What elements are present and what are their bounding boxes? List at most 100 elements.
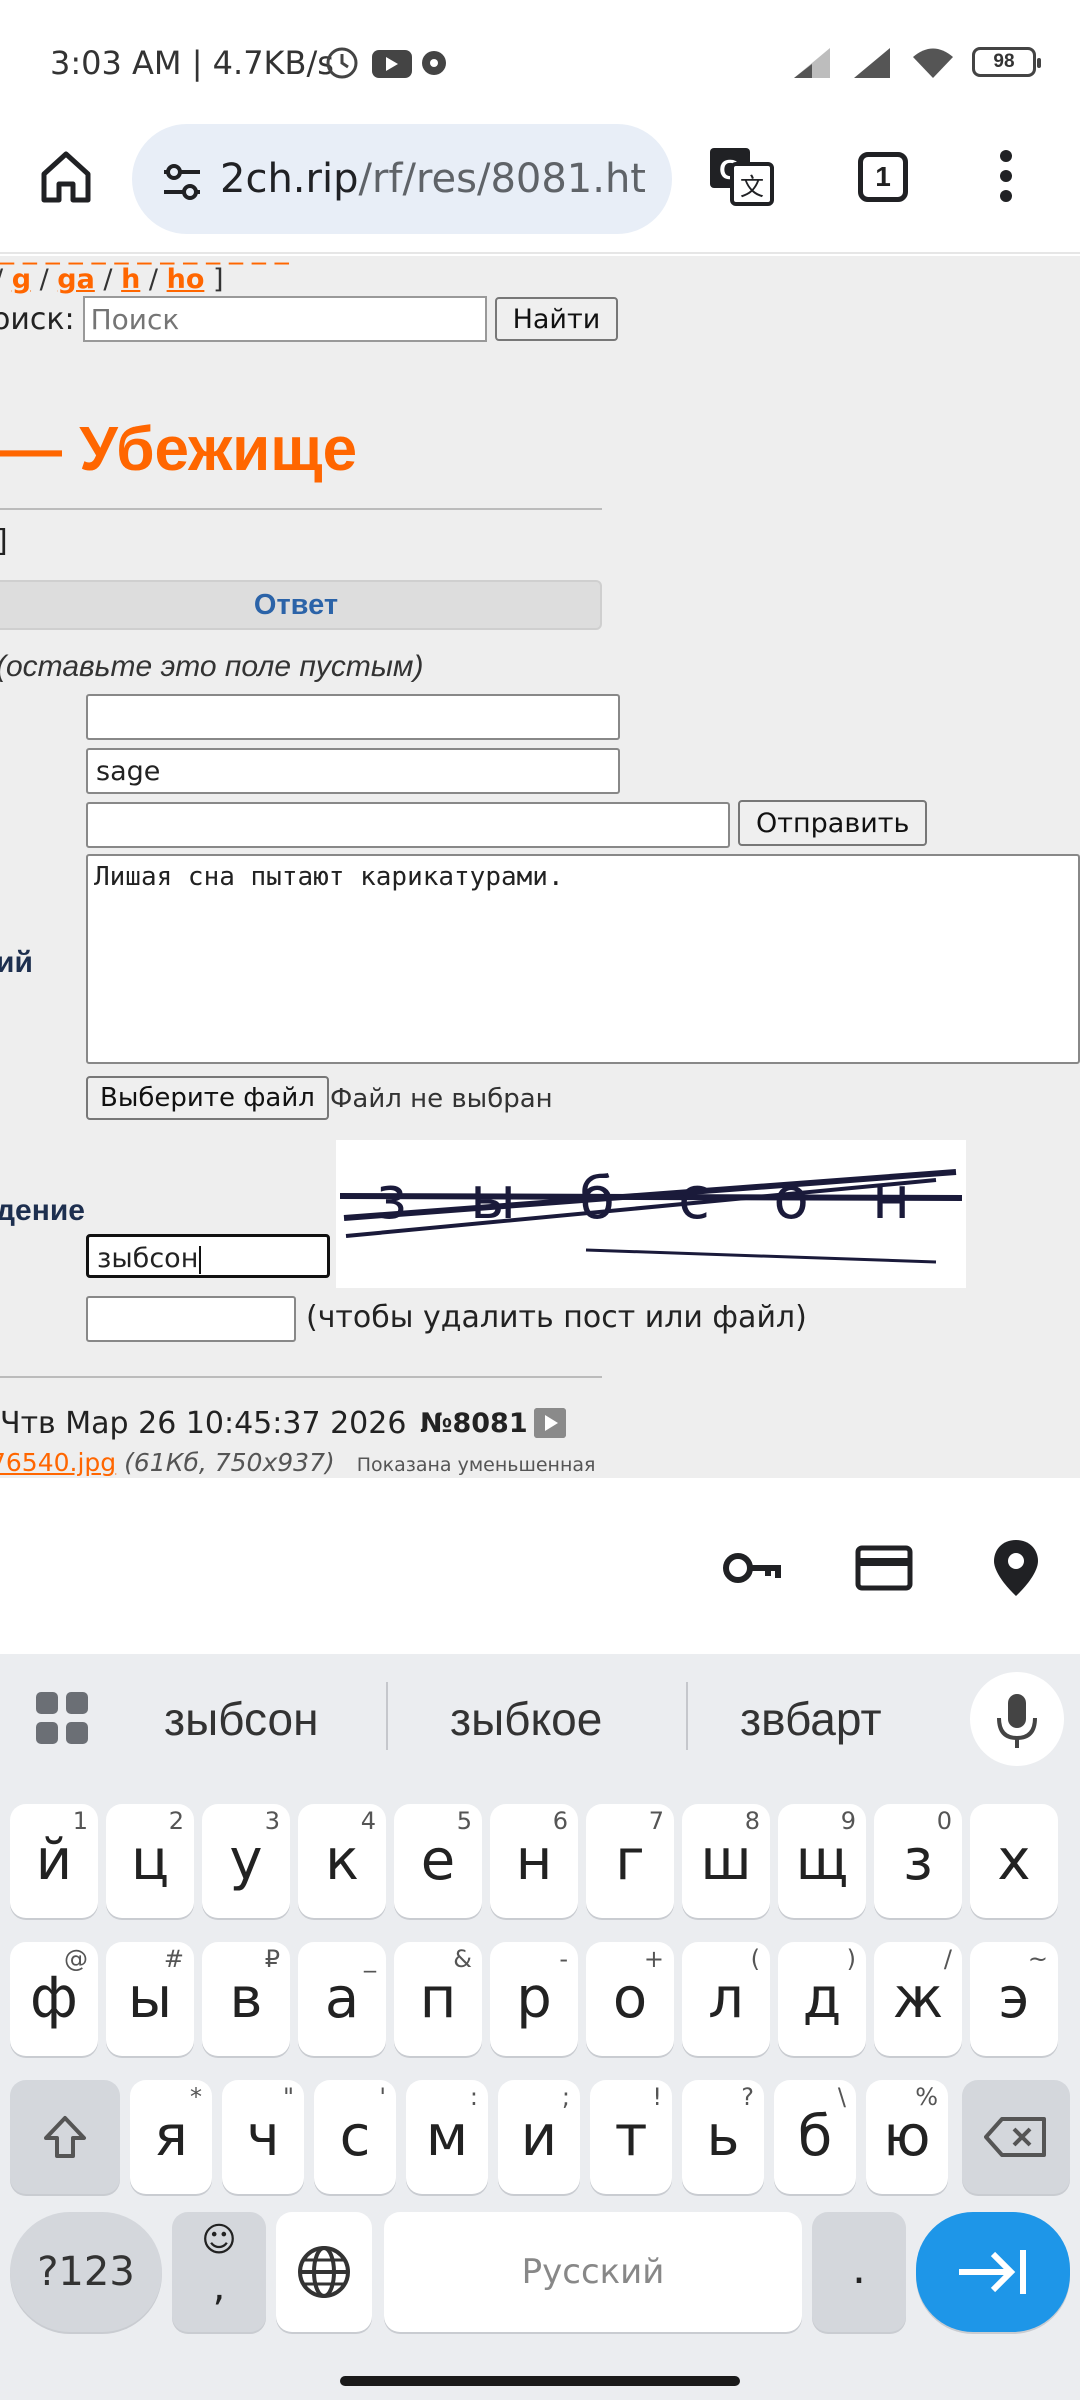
nav-separator: / (94, 264, 122, 295)
key-з[interactable]: з0 (874, 1804, 962, 1918)
key-й[interactable]: й1 (10, 1804, 98, 1918)
key-hint: + (643, 1945, 664, 1973)
email-field[interactable]: sage (86, 748, 620, 794)
key-label: п (419, 1966, 457, 2031)
choose-file-button[interactable]: Выберите файл (86, 1076, 329, 1120)
space-key[interactable]: Русский (384, 2212, 802, 2332)
suggestion-3[interactable]: звбарт (740, 1692, 882, 1746)
key-м[interactable]: м: (406, 2080, 488, 2194)
key-р[interactable]: р- (490, 1942, 578, 2056)
key-б[interactable]: б \ (774, 2080, 856, 2194)
key-с[interactable]: с ' (314, 2080, 396, 2194)
system-icons: 98 (790, 44, 1041, 80)
key-ц[interactable]: ц2 (106, 1804, 194, 1918)
signal-icon (794, 48, 830, 78)
key-ь[interactable]: ь? (682, 2080, 764, 2194)
url-text: 2ch.rip/rf/res/8081.ht (220, 156, 646, 202)
search-button[interactable]: Найти (494, 297, 619, 341)
search-input[interactable] (82, 296, 487, 342)
board-nav: / g / ga / h / ho ] (0, 264, 224, 295)
key-label: ф (30, 1966, 78, 2031)
key-ч[interactable]: ч " (222, 2080, 304, 2194)
enter-key[interactable] (916, 2212, 1070, 2332)
key-label: ь (706, 2104, 740, 2169)
more-menu-icon[interactable] (996, 150, 1016, 210)
nav-link-g[interactable]: g (12, 264, 31, 295)
key-у[interactable]: у3 (202, 1804, 290, 1918)
key-г[interactable]: г7 (586, 1804, 674, 1918)
post-number[interactable]: №8081 (420, 1408, 528, 1439)
key-ю[interactable]: ю% (866, 2080, 948, 2194)
key-я[interactable]: я * (130, 2080, 212, 2194)
signal-icon-2 (854, 48, 890, 78)
key-п[interactable]: п & (394, 1942, 482, 2056)
apps-grid-icon[interactable] (34, 1690, 90, 1746)
translate-icon[interactable]: G 文 (708, 146, 776, 208)
key-label: ш (700, 1828, 752, 1893)
key-label: н (515, 1828, 553, 1893)
key-о[interactable]: о + (586, 1942, 674, 2056)
home-icon[interactable] (36, 146, 96, 206)
captcha-input[interactable]: зыбсон (86, 1234, 330, 1278)
address-bar[interactable]: 2ch.rip/rf/res/8081.ht (132, 124, 672, 234)
key-hint: \ (837, 2083, 846, 2111)
key-label: щ (795, 1828, 849, 1893)
suggestion-divider (386, 1682, 388, 1750)
shift-key[interactable] (10, 2080, 120, 2194)
key-х[interactable]: х (970, 1804, 1058, 1918)
key-ж[interactable]: ж / (874, 1942, 962, 2056)
key-и[interactable]: и; (498, 2080, 580, 2194)
key-л[interactable]: л( (682, 1942, 770, 2056)
key-к[interactable]: к4 (298, 1804, 386, 1918)
key-н[interactable]: н6 (490, 1804, 578, 1918)
search-label: оиск: (0, 301, 75, 337)
browser-toolbar: 2ch.rip/rf/res/8081.ht G 文 1 (0, 116, 1080, 254)
location-pin-icon[interactable] (984, 1536, 1048, 1600)
suggestion-divider (686, 1682, 688, 1750)
nav-link-ho[interactable]: ho (167, 264, 205, 295)
svg-text:文: 文 (740, 173, 764, 201)
key-label: э (998, 1966, 1030, 2031)
reply-header-button[interactable]: Ответ (0, 580, 602, 630)
submit-button[interactable]: Отправить (738, 800, 928, 846)
board-title: — Убежище (0, 415, 358, 484)
suggestion-2[interactable]: зыбкое (450, 1692, 602, 1746)
key-hint: ? (741, 2083, 754, 2111)
key-icon[interactable] (720, 1536, 784, 1600)
comment-textarea[interactable]: Лишая сна пытают карикатурами. (86, 854, 1080, 1064)
credit-card-icon[interactable] (852, 1536, 916, 1600)
suggestion-1[interactable]: зыбсон (164, 1692, 319, 1746)
name-field[interactable] (86, 694, 620, 740)
file-status: Файл не выбран (330, 1084, 553, 1114)
key-э[interactable]: э ~ (970, 1942, 1058, 2056)
emoji-comma-key[interactable]: ☺ , (172, 2212, 266, 2332)
nav-link-ga[interactable]: ga (57, 264, 95, 295)
key-hint: 2 (168, 1807, 184, 1835)
key-hint: ₽ (264, 1945, 280, 1973)
play-icon[interactable] (534, 1408, 566, 1438)
tab-switcher-button[interactable]: 1 (858, 152, 908, 202)
password-field[interactable] (86, 1296, 296, 1342)
key-ш[interactable]: ш8 (682, 1804, 770, 1918)
home-indicator (340, 2376, 740, 2386)
key-а[interactable]: а _ (298, 1942, 386, 2056)
microphone-button[interactable] (970, 1672, 1064, 1766)
file-link[interactable]: 76540.jpg (0, 1448, 116, 1477)
subject-field[interactable] (86, 802, 730, 848)
key-hint: @ (64, 1945, 88, 1973)
site-settings-icon[interactable] (160, 160, 204, 204)
key-щ[interactable]: щ9 (778, 1804, 866, 1918)
nav-link-h[interactable]: h (121, 264, 140, 295)
symbols-key[interactable]: ?123 (10, 2212, 162, 2332)
key-е[interactable]: е5 (394, 1804, 482, 1918)
period-key[interactable]: . (812, 2212, 906, 2332)
key-д[interactable]: д) (778, 1942, 866, 2056)
captcha-image[interactable]: зыбсон (336, 1140, 966, 1288)
key-в[interactable]: в ₽ (202, 1942, 290, 2056)
key-ф[interactable]: ф @ (10, 1942, 98, 2056)
key-ы[interactable]: ы # (106, 1942, 194, 2056)
language-key[interactable] (276, 2212, 372, 2332)
backspace-key[interactable] (962, 2080, 1070, 2194)
key-т[interactable]: т! (590, 2080, 672, 2194)
shift-arrow-icon (44, 2116, 86, 2158)
